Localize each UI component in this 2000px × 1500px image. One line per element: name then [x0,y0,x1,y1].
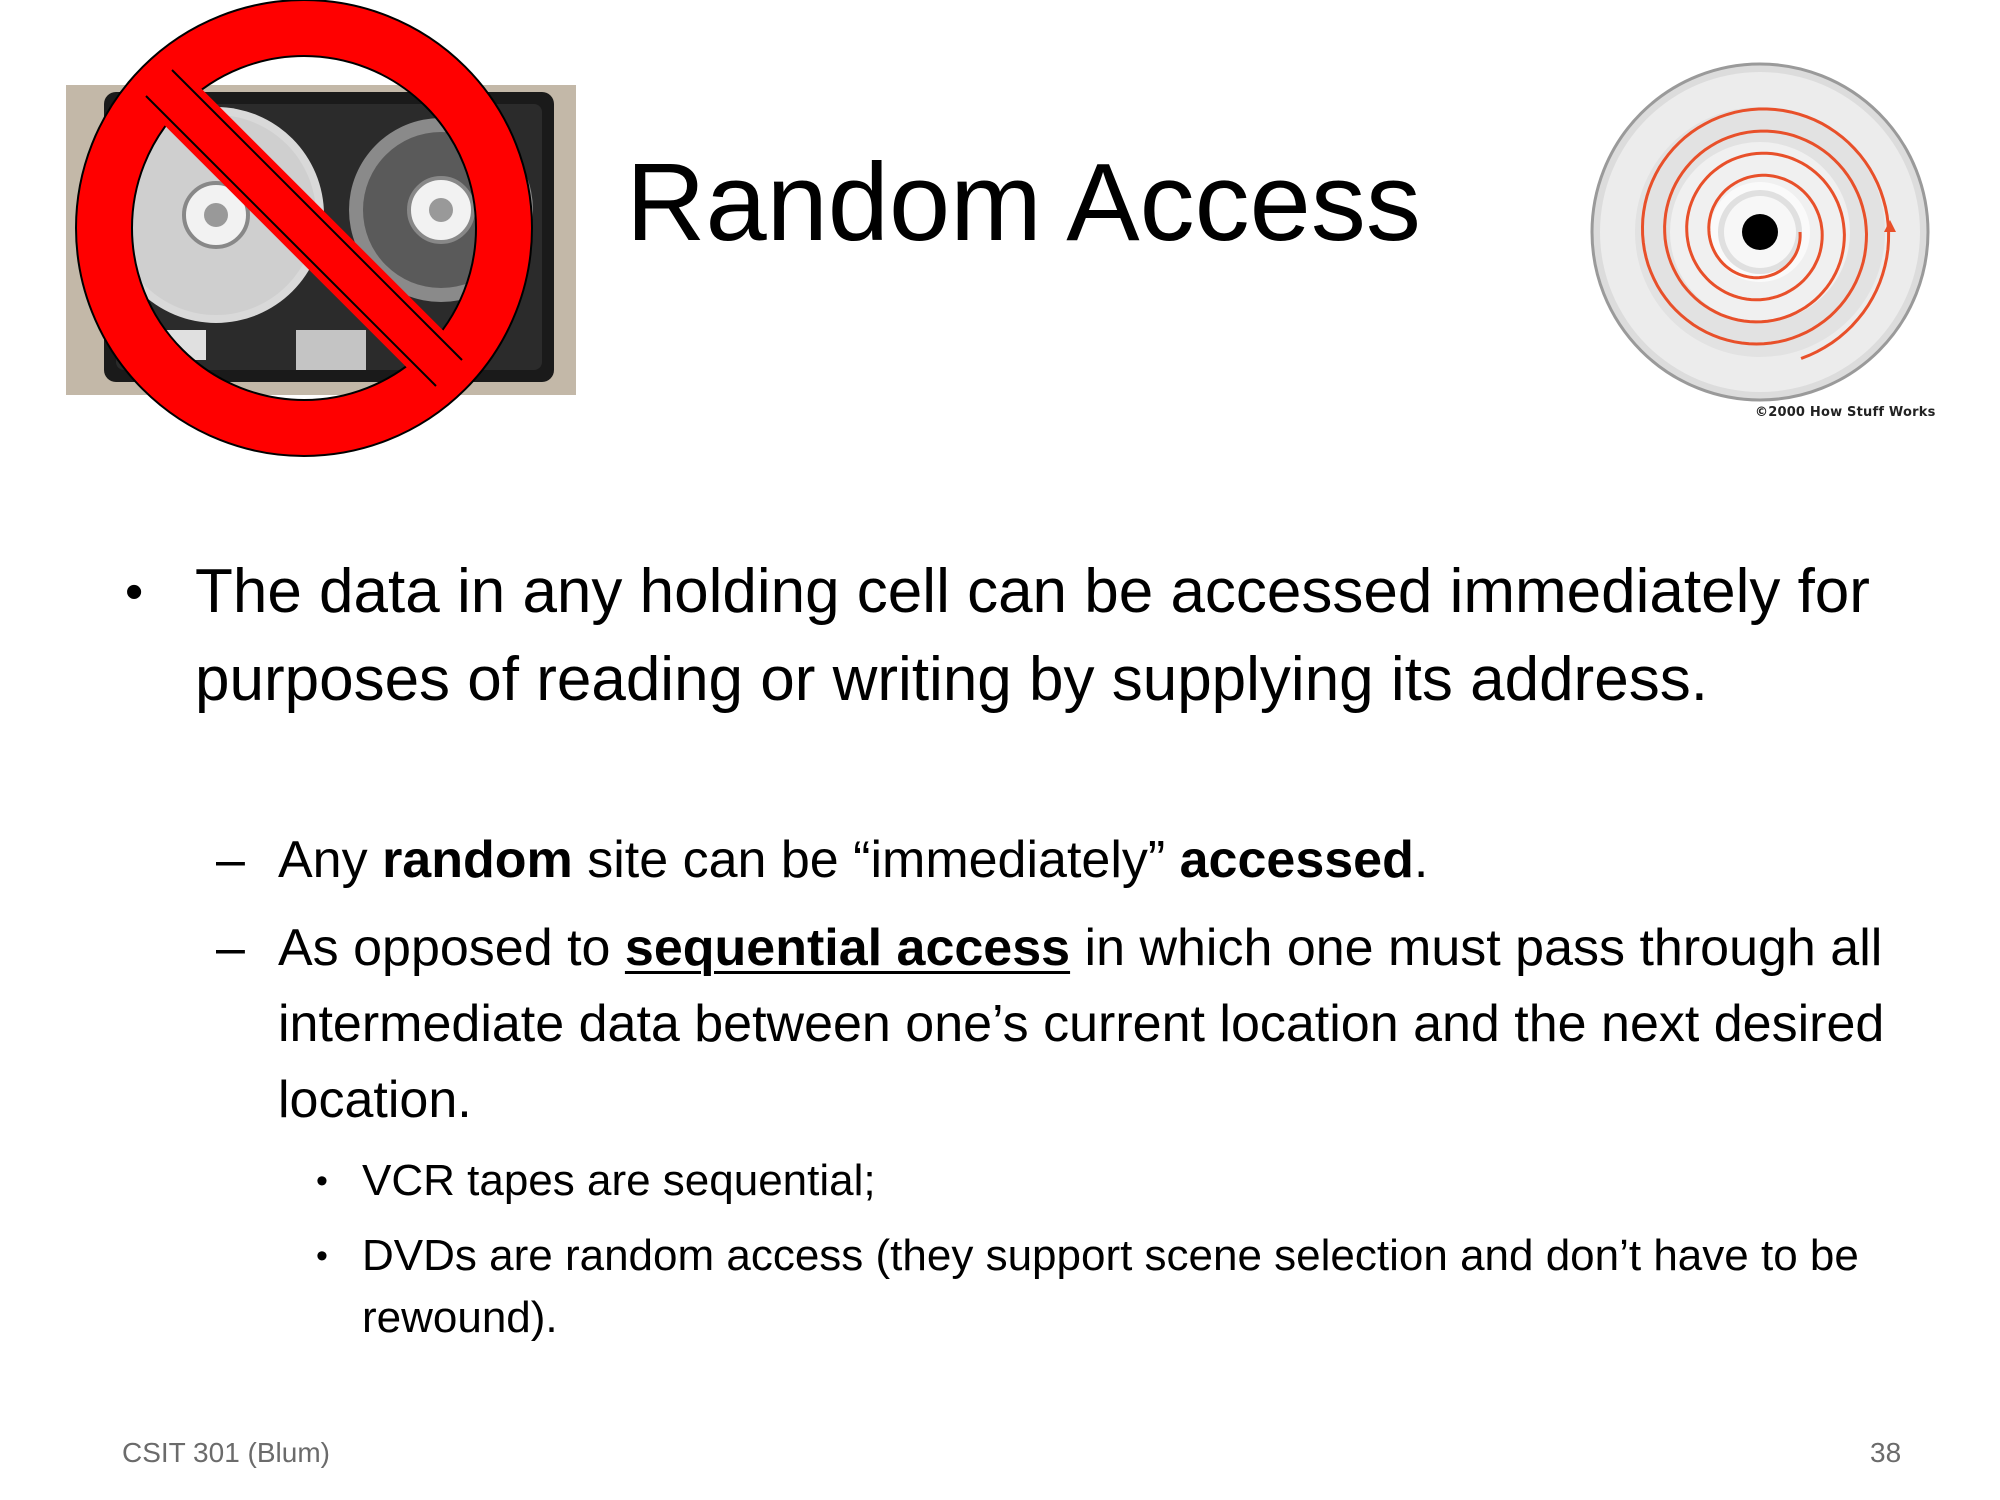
bullet-dot-icon: • [316,1162,328,1200]
sub-bullet-text: Any [278,831,383,889]
bullet-dot-icon: • [125,563,144,621]
dvd-image-credit: ©2000 How Stuff Works [1755,405,1936,420]
slide: ©2000 How Stuff Works Random Access • Th… [0,0,2000,1500]
sub-sub-bullet-vcr: • VCR tapes are sequential; [316,1150,1922,1212]
sub-bullet-text: . [1413,831,1429,889]
sub-bullet-sequential: – As opposed to sequential access in whi… [216,910,1898,1138]
dash-icon: – [216,831,245,889]
bold-term-accessed: accessed [1179,831,1414,889]
sub-bullet-text: site can be “immediately” [572,831,1180,889]
sub-sub-bullet-text: DVDs are random access (they support sce… [362,1231,1859,1342]
bullet-level1: • The data in any holding cell can be ac… [125,548,1915,724]
sub-sub-bullet-dvd: • DVDs are random access (they support s… [316,1225,1922,1349]
footer-course: CSIT 301 (Blum) [122,1437,330,1468]
bullet-text: The data in any holding cell can be acce… [195,557,1870,714]
sub-bullet-text: As opposed to [278,919,625,977]
sub-bullet-random: – Any random site can be “immediately” a… [216,822,1898,898]
slide-title: Random Access [626,141,1421,264]
sub-sub-bullet-text: VCR tapes are sequential; [362,1156,876,1205]
bold-term-random: random [382,831,573,889]
dvd-disc-spiral-icon [1590,62,1930,402]
vcr-tape-no-sign-icon [66,0,576,457]
footer-page-number: 38 [1870,1437,1902,1468]
dash-icon: – [216,919,245,977]
underlined-term-sequential-access: sequential access [624,919,1071,977]
bullet-dot-icon: • [316,1237,328,1275]
